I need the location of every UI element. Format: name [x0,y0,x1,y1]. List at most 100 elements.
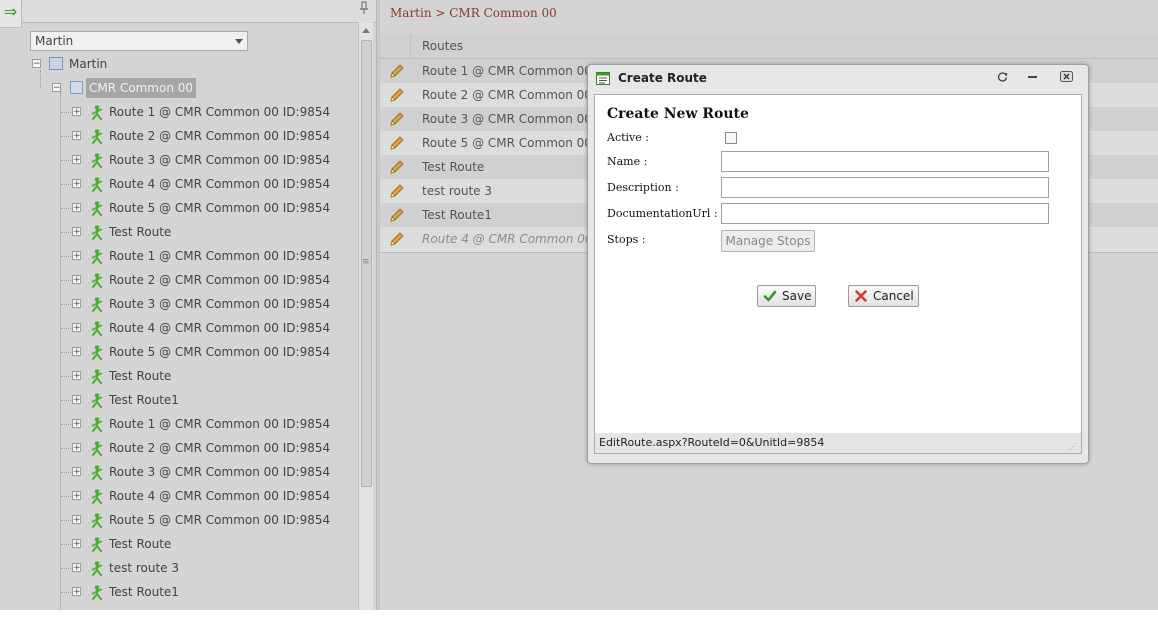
tree-route-item[interactable]: + Test Route [0,366,330,386]
tree-route-item[interactable]: + Route 3 @ CMR Common 00 ID:9854 [0,294,330,314]
unit-select[interactable]: Martin [30,31,248,51]
tree-route-item[interactable]: + Route 5 @ CMR Common 00 ID:9854 [0,510,330,530]
collapse-icon[interactable]: − [32,59,41,69]
description-label: Description : [607,181,679,194]
expand-icon[interactable]: + [72,323,81,333]
tree-route-item[interactable]: + Route 1 @ CMR Common 00 ID:9854 [0,414,330,434]
scroll-up-icon[interactable] [362,28,370,33]
expand-icon[interactable]: + [72,491,81,501]
collapse-icon[interactable]: − [52,83,61,93]
tree-guide [61,352,71,353]
tree-route-item[interactable]: + Route 3 @ CMR Common 00 ID:9854 [0,462,330,482]
expand-icon[interactable]: + [72,563,81,573]
pencil-edit-icon[interactable] [388,158,406,176]
tree-route-label: Test Route [109,537,172,551]
minimize-icon[interactable] [1025,71,1039,85]
tree-route-label: Route 1 @ CMR Common 00 ID:9854 [109,105,331,119]
routes-column-header[interactable]: Routes [410,34,1122,58]
tree-route-label: Route 5 @ CMR Common 00 ID:9854 [109,513,331,527]
tree-guide [61,136,71,137]
pencil-edit-icon[interactable] [388,86,406,104]
dialog-status-bar: EditRoute.aspx?RouteId=0&UnitId=9854 ⋰ [594,433,1082,454]
pencil-edit-icon[interactable] [388,182,406,200]
tree-route-item[interactable]: + Route 5 @ CMR Common 00 ID:9854 [0,342,330,362]
tree-node-unit[interactable]: − CMR Common 00 [0,78,300,98]
expand-icon[interactable]: + [72,203,81,213]
breadcrumb[interactable]: Martin > CMR Common 00 [390,6,557,20]
route-icon [92,225,102,240]
documentation-url-input[interactable] [721,203,1049,224]
close-icon[interactable] [1059,71,1073,85]
unit-select-value: Martin [35,34,74,48]
resize-grip-icon[interactable]: ⋰ [1069,442,1078,451]
expand-icon[interactable]: + [72,443,81,453]
tree-route-item[interactable]: + Route 4 @ CMR Common 00 ID:9854 [0,486,330,506]
expand-icon[interactable]: + [72,395,81,405]
expand-icon[interactable]: + [72,251,81,261]
route-name-cell: Test Route1 [422,208,492,222]
save-button[interactable]: Save [757,285,816,307]
route-name-cell: Route 3 @ CMR Common 00 ID: [422,112,613,126]
cancel-button[interactable]: Cancel [848,285,919,307]
tree-route-item[interactable]: + Route 4 @ CMR Common 00 ID:9854 [0,174,330,194]
manage-stops-button[interactable]: Manage Stops [721,230,815,252]
expand-icon[interactable]: + [72,179,81,189]
tree-guide [61,592,71,593]
tree-route-item[interactable]: + Test Route1 [0,582,330,602]
expand-icon[interactable]: + [72,275,81,285]
tree-node-root[interactable]: − Martin [0,54,300,74]
root-folder-icon [49,57,63,70]
tree-route-item[interactable]: + Route 5 @ CMR Common 00 ID:9854 [0,198,330,218]
tree-route-item[interactable]: + Route 1 @ CMR Common 00 ID:9854 [0,246,330,266]
route-name-cell: Test Route [422,160,485,174]
description-input[interactable] [721,177,1049,198]
expand-icon[interactable]: + [72,371,81,381]
expand-icon[interactable]: + [72,539,81,549]
grid-header: Routes [380,34,1158,59]
expand-icon[interactable]: + [72,587,81,597]
form-heading: Create New Route [607,106,749,122]
name-input[interactable] [721,151,1049,172]
tree-route-item[interactable]: + Route 2 @ CMR Common 00 ID:9854 [0,270,330,290]
tree-route-item[interactable]: + Route 4 @ CMR Common 00 ID:9854 [0,318,330,338]
expand-icon[interactable]: + [72,107,81,117]
unit-icon [70,81,83,94]
tree-route-item[interactable]: + test route 3 [0,558,330,578]
tree-route-item[interactable]: + Route 2 @ CMR Common 00 ID:9854 [0,126,330,146]
tree-guide [61,400,71,401]
arrow-right-icon[interactable]: ⇒ [0,0,22,28]
tree-route-item[interactable]: + Route 3 @ CMR Common 00 ID:9854 [0,150,330,170]
expand-icon[interactable]: + [72,155,81,165]
left-scrollbar[interactable] [358,22,373,610]
pencil-edit-icon[interactable] [388,230,406,248]
tree-route-item[interactable]: + Route 1 @ CMR Common 00 ID:9854 [0,102,330,122]
stops-label: Stops : [607,233,646,246]
route-icon [92,201,102,216]
expand-icon[interactable]: + [72,467,81,477]
expand-icon[interactable]: + [72,515,81,525]
name-label: Name : [607,155,648,168]
status-url: EditRoute.aspx?RouteId=0&UnitId=9854 [599,436,825,449]
active-checkbox[interactable] [725,132,737,144]
expand-icon[interactable]: + [72,227,81,237]
refresh-icon[interactable] [995,71,1009,85]
pencil-edit-icon[interactable] [388,62,406,80]
tree-route-label: Route 2 @ CMR Common 00 ID:9854 [109,441,331,455]
tree-route-label: Test Route1 [109,585,179,599]
tree-route-item[interactable]: + Test Route [0,222,330,242]
tree-route-label: Route 4 @ CMR Common 00 ID:9854 [109,489,331,503]
tree-route-item[interactable]: + Test Route [0,534,330,554]
expand-icon[interactable]: + [72,131,81,141]
expand-icon[interactable]: + [72,299,81,309]
expand-icon[interactable]: + [72,347,81,357]
tree-route-item[interactable]: + Route 2 @ CMR Common 00 ID:9854 [0,438,330,458]
pin-icon[interactable] [356,1,372,19]
expand-icon[interactable]: + [72,419,81,429]
pencil-edit-icon[interactable] [388,110,406,128]
left-panel-toolbar [0,0,376,23]
pencil-edit-icon[interactable] [388,206,406,224]
tree-guide [61,328,71,329]
tree-route-item[interactable]: + Test Route1 [0,390,330,410]
cancel-x-icon [855,290,867,302]
pencil-edit-icon[interactable] [388,134,406,152]
